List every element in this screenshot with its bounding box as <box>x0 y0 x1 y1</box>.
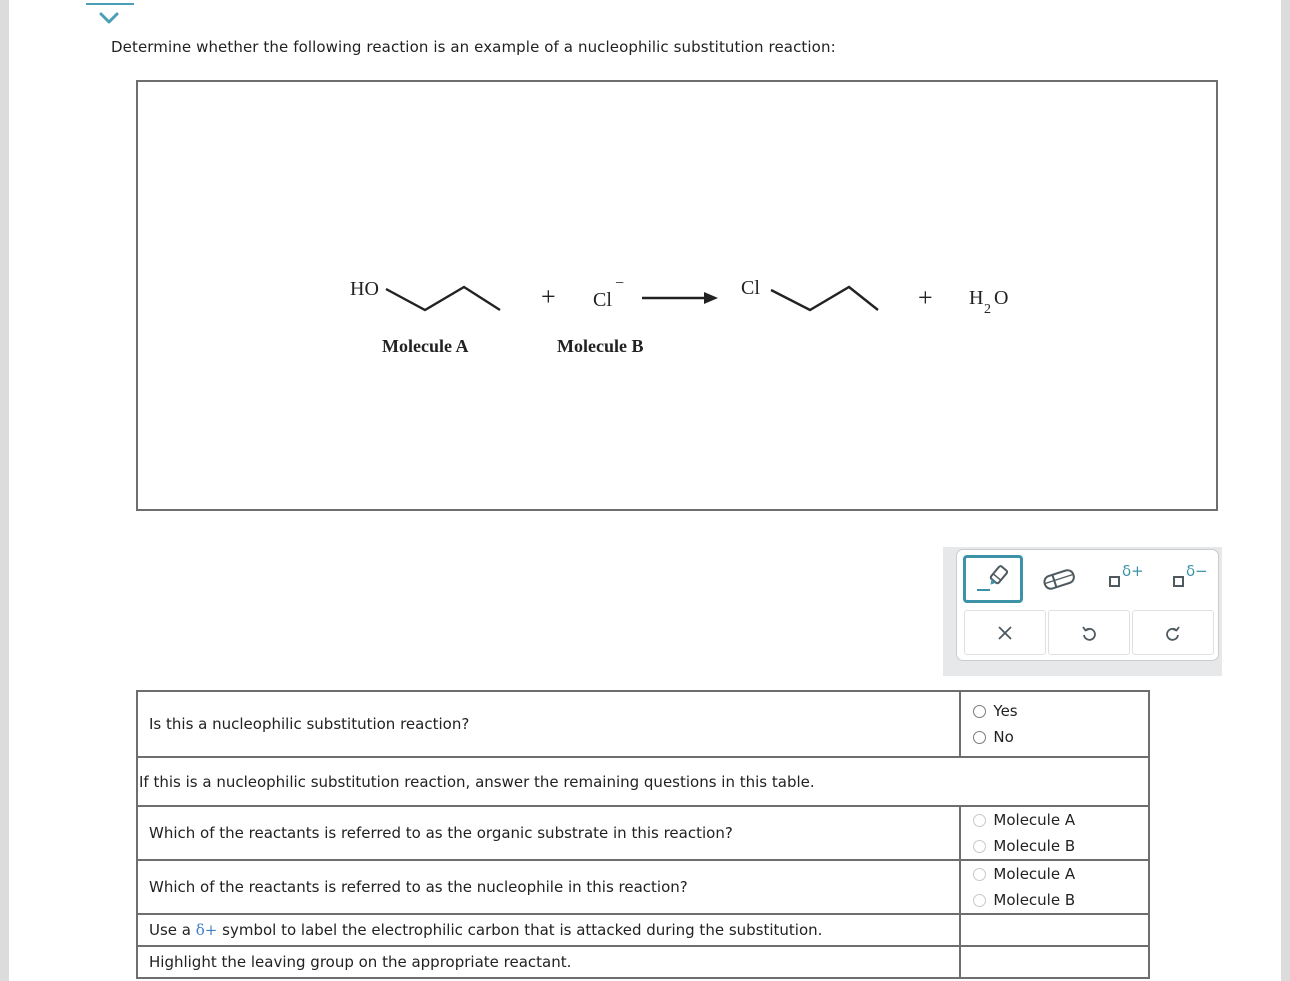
molecule-a-label: Molecule A <box>382 336 468 356</box>
radio-label: Molecule A <box>993 811 1076 829</box>
table-row: Is this a nucleophilic substitution reac… <box>135 690 1150 758</box>
delta-minus-symbol: δ− <box>1186 562 1208 580</box>
radio-substrate-b[interactable]: Molecule B <box>961 833 1148 859</box>
radio-button[interactable] <box>973 730 987 744</box>
drawing-toolbar: δ+ δ− <box>956 549 1219 661</box>
q4-question: Use a δ+ symbol to label the electrophil… <box>135 913 962 947</box>
highlighter-button[interactable] <box>963 555 1023 603</box>
radio-button[interactable] <box>973 813 987 827</box>
question-table: Is this a nucleophilic substitution reac… <box>135 690 1150 979</box>
radio-no[interactable]: No <box>961 724 1148 750</box>
table-row: Highlight the leaving group on the appro… <box>135 945 1150 979</box>
radio-label: Molecule B <box>993 837 1076 855</box>
plus-sign: + <box>541 282 556 311</box>
atom-box-icon <box>1109 576 1120 587</box>
q4-prefix: Use a <box>149 921 196 939</box>
reaction-canvas[interactable]: HO Molecule A + Cl − Molecule B Cl + H 2… <box>136 80 1218 511</box>
radio-button[interactable] <box>973 867 987 881</box>
delta-plus-icon: δ+ <box>1105 562 1145 594</box>
table-row: Use a δ+ symbol to label the electrophil… <box>135 913 1150 947</box>
table-row: Which of the reactants is referred to as… <box>135 805 1150 861</box>
product-skeleton <box>770 285 879 312</box>
product-chloropropane: Cl <box>741 277 879 312</box>
highlighter-icon <box>977 565 1009 591</box>
eraser-icon <box>1043 569 1075 590</box>
q3-answer: Molecule A Molecule B <box>959 859 1150 915</box>
q5-answer <box>959 945 1150 979</box>
q2-answer: Molecule A Molecule B <box>959 805 1150 861</box>
delta-plus-symbol: δ+ <box>1122 562 1144 580</box>
close-icon <box>998 625 1012 640</box>
left-scroll-rail <box>0 0 9 981</box>
undo-button[interactable] <box>1048 610 1130 655</box>
q4-suffix: symbol to label the electrophilic carbon… <box>217 921 823 939</box>
plus-sign-2: + <box>918 283 933 312</box>
molecule-a[interactable]: HO <box>350 278 501 312</box>
radio-label: No <box>993 728 1014 746</box>
chlorine-group: Cl <box>741 277 760 299</box>
redo-button[interactable] <box>1132 610 1214 655</box>
molecule-a-skeleton[interactable] <box>385 285 501 312</box>
radio-label: Molecule A <box>993 865 1076 883</box>
q5-question: Highlight the leaving group on the appro… <box>135 945 962 979</box>
delta-minus-button[interactable]: δ− <box>1161 558 1217 600</box>
radio-yes[interactable]: Yes <box>961 698 1148 724</box>
question-prompt: Determine whether the following reaction… <box>111 38 836 56</box>
chloride-atom[interactable]: Cl <box>593 289 612 311</box>
negative-charge: − <box>615 275 624 292</box>
radio-nucleophile-a[interactable]: Molecule A <box>961 861 1148 887</box>
radio-nucleophile-b[interactable]: Molecule B <box>961 887 1148 913</box>
radio-substrate-a[interactable]: Molecule A <box>961 807 1148 833</box>
molecule-b[interactable]: Cl − <box>593 275 624 311</box>
radio-button[interactable] <box>973 704 987 718</box>
q4-answer <box>959 913 1150 947</box>
reaction-scheme: HO Molecule A + Cl − Molecule B Cl + H 2… <box>350 275 1008 356</box>
redo-icon <box>1166 625 1180 641</box>
delta-minus-icon: δ− <box>1169 562 1209 594</box>
radio-button[interactable] <box>973 839 987 853</box>
water-o: O <box>994 287 1008 309</box>
product-water: H 2 O <box>969 287 1008 317</box>
delta-plus-inline: δ+ <box>195 921 218 939</box>
table-row: Which of the reactants is referred to as… <box>135 859 1150 915</box>
radio-label: Yes <box>993 702 1018 720</box>
delta-plus-button[interactable]: δ+ <box>1097 558 1153 600</box>
reaction-arrow-icon <box>642 292 718 304</box>
hydroxyl-group[interactable]: HO <box>350 278 379 300</box>
collapse-indicator-line <box>86 3 134 5</box>
table-row: If this is a nucleophilic substitution r… <box>136 756 1150 807</box>
q2-question: Which of the reactants is referred to as… <box>135 805 962 861</box>
water-h: H <box>969 287 983 309</box>
instruction-text: If this is a nucleophilic substitution r… <box>136 756 1150 807</box>
right-scroll-rail[interactable] <box>1281 0 1290 981</box>
radio-button[interactable] <box>973 893 987 907</box>
eraser-button[interactable] <box>1031 558 1087 600</box>
undo-icon <box>1082 625 1096 641</box>
water-subscript: 2 <box>984 302 991 317</box>
molecule-b-label: Molecule B <box>557 336 643 356</box>
q1-answer: Yes No <box>959 690 1150 758</box>
atom-box-icon <box>1173 576 1184 587</box>
clear-button[interactable] <box>964 610 1046 655</box>
q3-question: Which of the reactants is referred to as… <box>135 859 962 915</box>
chevron-down-icon[interactable] <box>98 10 120 26</box>
radio-label: Molecule B <box>993 891 1076 909</box>
q1-question: Is this a nucleophilic substitution reac… <box>135 690 962 758</box>
